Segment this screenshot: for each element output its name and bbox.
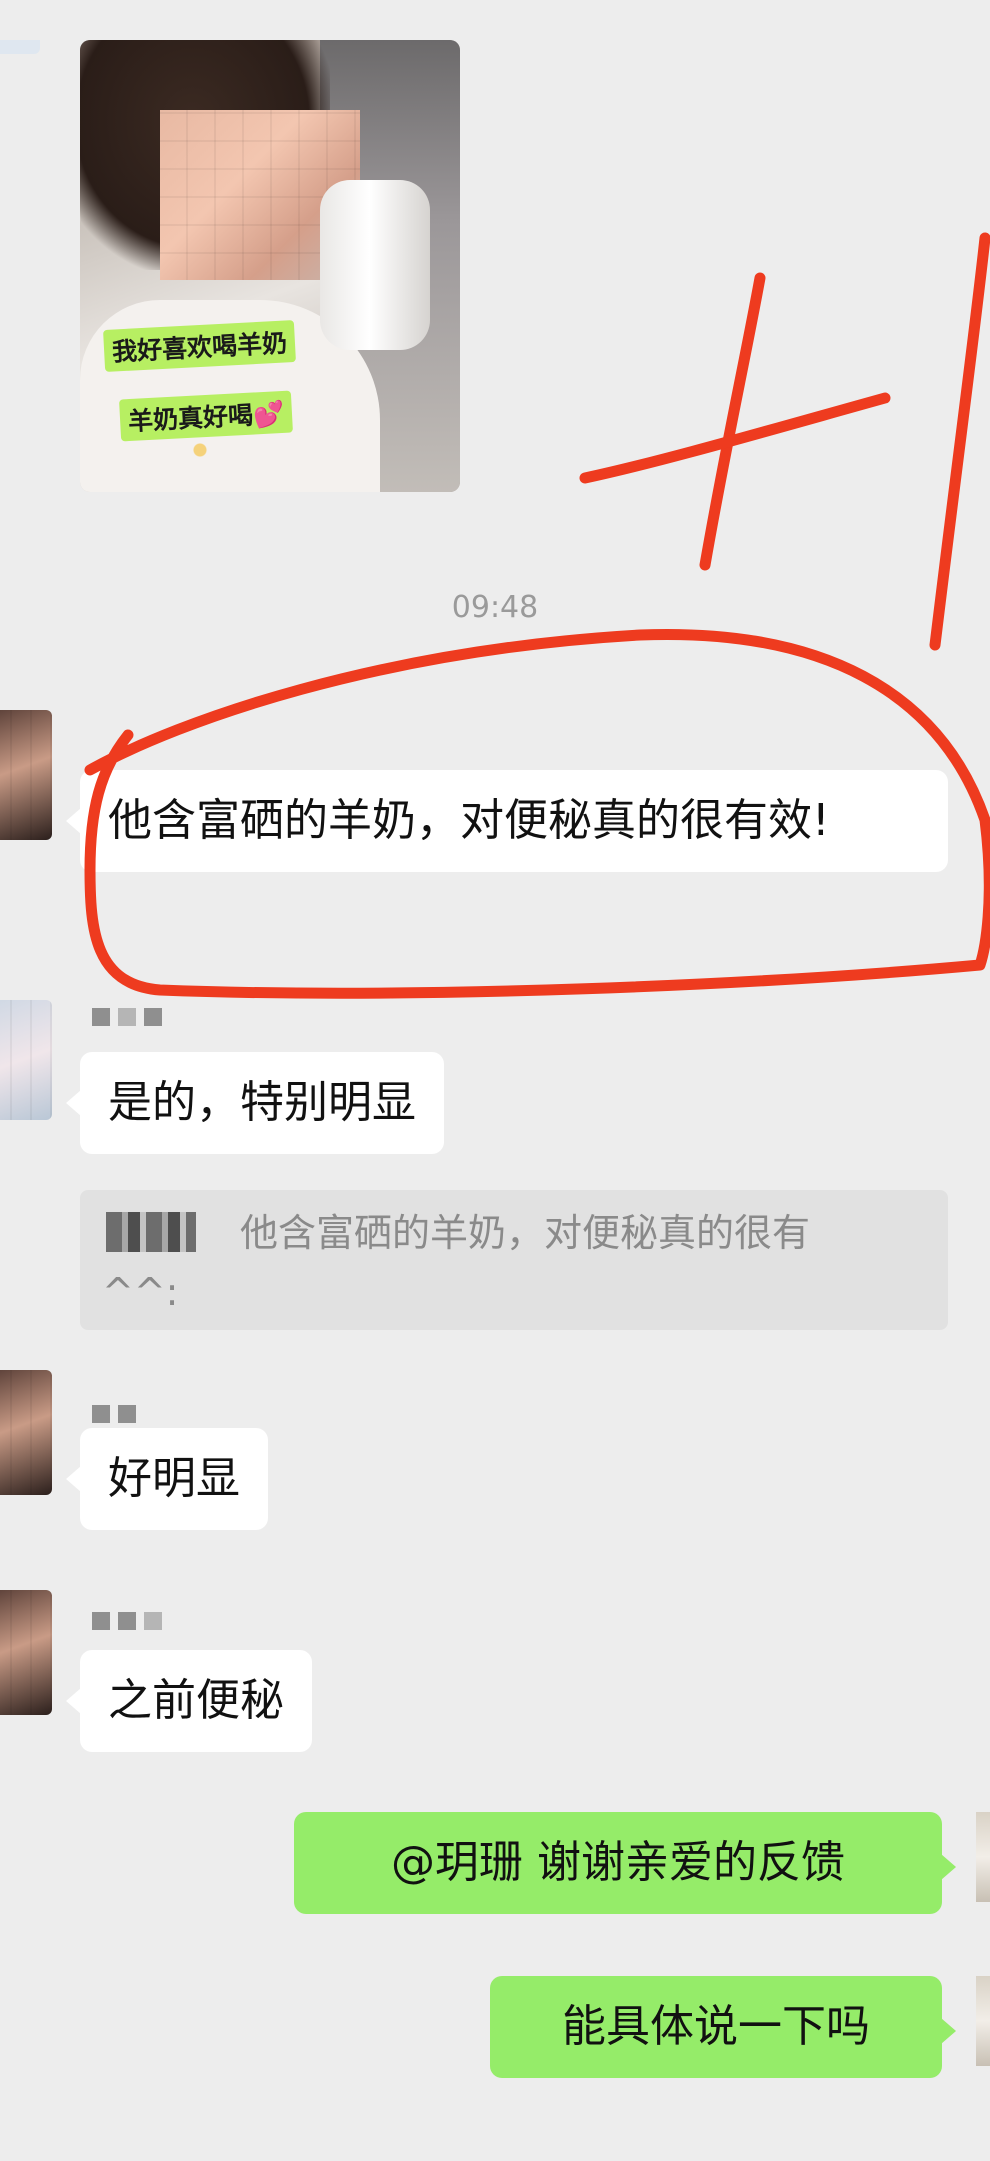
message-text: 能具体说一下吗 (562, 2001, 870, 2052)
message-bubble[interactable]: 之前便秘 (66, 1650, 312, 1752)
avatar[interactable] (0, 710, 52, 840)
avatar[interactable] (0, 1000, 52, 1120)
quoted-message[interactable]: 他含富硒的羊奶，对便秘真的很有 ^^: (80, 1190, 948, 1330)
message-bubble[interactable]: 是的，特别明显 (66, 1052, 444, 1154)
sender-name (92, 1008, 170, 1030)
avatar[interactable] (0, 1590, 52, 1715)
message-bubble[interactable]: 好明显 (66, 1428, 268, 1530)
message-timestamp: 09:48 (451, 590, 539, 625)
my-message-bubble[interactable]: @玥珊 谢谢亲爱的反馈 (294, 1812, 956, 1914)
avatar[interactable] (0, 1370, 52, 1495)
message-text: @玥珊 谢谢亲爱的反馈 (391, 1837, 845, 1888)
quoted-sender-name (106, 1212, 196, 1252)
sender-name (92, 1405, 144, 1427)
message-text: 是的，特别明显 (108, 1077, 416, 1128)
message-text: 之前便秘 (108, 1675, 284, 1726)
photo-caption-2: 羊奶真好喝💕 (119, 390, 294, 442)
my-avatar[interactable] (976, 1976, 990, 2066)
message-text: 他含富硒的羊奶，对便秘真的很有效! (108, 795, 830, 846)
annotation-plus-horizontal (579, 392, 891, 484)
avatar-fragment (0, 40, 40, 54)
annotation-one (929, 232, 990, 651)
quoted-text: 他含富硒的羊奶，对便秘真的很有 (240, 1211, 811, 1255)
photo-bottle (320, 180, 430, 350)
sender-name (92, 1612, 170, 1634)
image-message[interactable]: 我好喜欢喝羊奶 羊奶真好喝💕 (80, 40, 460, 492)
my-message-bubble[interactable]: 能具体说一下吗 (490, 1976, 956, 2078)
message-text: 好明显 (108, 1453, 240, 1504)
annotation-plus-vertical (699, 272, 766, 571)
my-avatar[interactable] (976, 1812, 990, 1902)
message-bubble[interactable]: 他含富硒的羊奶，对便秘真的很有效! (66, 770, 948, 872)
quoted-text-tail: ^^: (102, 1270, 179, 1314)
